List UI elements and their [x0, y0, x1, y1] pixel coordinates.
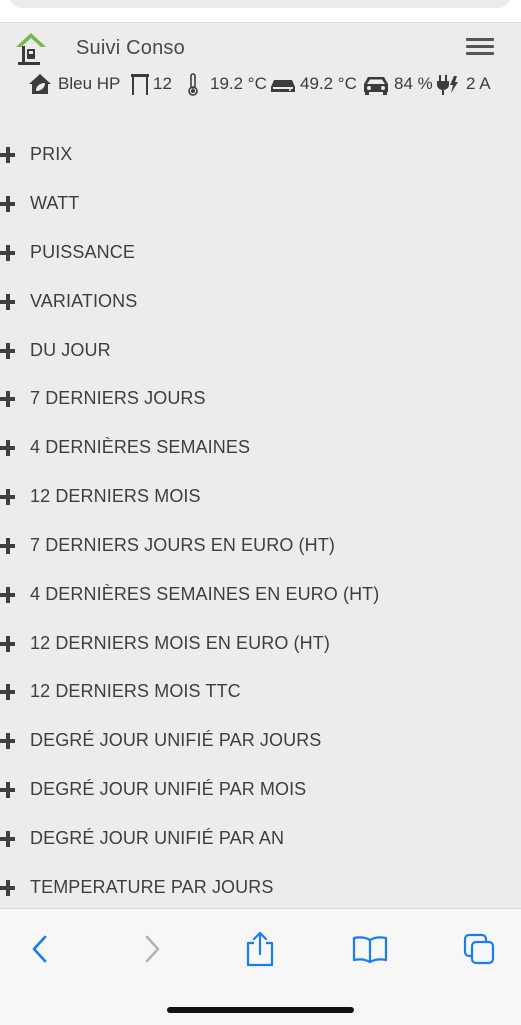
section-7-derniers-jours[interactable]: 7 DERNIERS JOURS [0, 379, 521, 419]
section-label: DEGRÉ JOUR UNIFIÉ PAR JOURS [30, 730, 322, 750]
section-label: 12 DERNIERS MOIS EN EURO (HT) [30, 633, 330, 653]
hamburger-menu-icon[interactable] [466, 35, 494, 61]
section-variations[interactable]: VARIATIONS [0, 282, 521, 322]
indoor-temp-value: 19.2 °C [210, 74, 267, 93]
section-dju-par-mois[interactable]: DEGRÉ JOUR UNIFIÉ PAR MOIS [0, 770, 521, 810]
charging-current-value: 2 A [466, 74, 491, 93]
car-icon [362, 73, 390, 95]
section-temperature-par-jours[interactable]: TEMPERATURE PAR JOURS [0, 868, 521, 908]
car-battery-value: 84 % [394, 74, 433, 93]
section-label: 4 DERNIÈRES SEMAINES [30, 437, 251, 457]
section-4-dernieres-semaines-euro[interactable]: 4 DERNIÈRES SEMAINES EN EURO (HT) [0, 575, 521, 615]
window-icon [130, 72, 150, 96]
expand-plus-icon [0, 489, 16, 505]
window-status: 12 [130, 69, 172, 99]
section-label: DEGRÉ JOUR UNIFIÉ PAR MOIS [30, 779, 307, 799]
app-title: Suivi Conso [76, 37, 185, 59]
browser-toolbar [0, 908, 521, 1025]
section-12-derniers-mois-ttc[interactable]: 12 DERNIERS MOIS TTC [0, 672, 521, 712]
water-temp-status: 49.2 °C [270, 69, 357, 99]
section-label: VARIATIONS [30, 291, 138, 311]
section-puissance[interactable]: PUISSANCE [0, 233, 521, 273]
section-dju-par-jours[interactable]: DEGRÉ JOUR UNIFIÉ PAR JOURS [0, 721, 521, 761]
section-label: 7 DERNIERS JOURS EN EURO (HT) [30, 535, 335, 555]
water-heater-icon [270, 74, 296, 94]
section-label: DEGRÉ JOUR UNIFIÉ PAR AN [30, 828, 285, 848]
indoor-temp-status: 19.2 °C [186, 69, 267, 99]
expand-plus-icon [0, 587, 16, 603]
car-battery-status: 84 % [362, 69, 433, 99]
section-prix[interactable]: PRIX [0, 135, 521, 175]
section-12-derniers-mois[interactable]: 12 DERNIERS MOIS [0, 477, 521, 517]
section-label: PUISSANCE [30, 242, 135, 262]
section-dju-par-an[interactable]: DEGRÉ JOUR UNIFIÉ PAR AN [0, 819, 521, 859]
section-label: WATT [30, 193, 80, 213]
app-header: Suivi Conso Bleu HP 12 19.2 °C 49.2 °C 8… [0, 23, 521, 105]
section-label: TEMPERATURE PAR JOURS [30, 877, 274, 897]
tariff-status: Bleu HP [28, 69, 120, 99]
expand-plus-icon [0, 782, 16, 798]
charging-plug-icon [436, 72, 460, 96]
section-label: 4 DERNIÈRES SEMAINES EN EURO (HT) [30, 584, 380, 604]
tariff-value: Bleu HP [58, 74, 121, 93]
expand-plus-icon [0, 636, 16, 652]
thermometer-icon [186, 72, 200, 96]
section-7-derniers-jours-euro[interactable]: 7 DERNIERS JOURS EN EURO (HT) [0, 526, 521, 566]
section-12-derniers-mois-euro[interactable]: 12 DERNIERS MOIS EN EURO (HT) [0, 624, 521, 664]
expand-plus-icon [0, 538, 16, 554]
status-bar: Bleu HP 12 19.2 °C 49.2 °C 84 % 2 A [0, 69, 521, 99]
house-leaf-icon [28, 73, 52, 95]
section-watt[interactable]: WATT [0, 184, 521, 224]
share-icon[interactable] [238, 927, 282, 971]
section-label: 7 DERNIERS JOURS [30, 388, 206, 408]
tabs-icon[interactable] [457, 927, 501, 971]
section-label: 12 DERNIERS MOIS [30, 486, 201, 506]
expand-plus-icon [0, 684, 16, 700]
expand-plus-icon [0, 440, 16, 456]
expand-plus-icon [0, 245, 16, 261]
back-chevron-icon[interactable] [18, 927, 62, 971]
browser-top-strip [0, 0, 521, 23]
section-label: 12 DERNIERS MOIS TTC [30, 681, 241, 701]
expand-plus-icon [0, 880, 16, 896]
expand-plus-icon [0, 733, 16, 749]
expand-plus-icon [0, 831, 16, 847]
forward-chevron-icon[interactable] [130, 927, 174, 971]
expand-plus-icon [0, 196, 16, 212]
section-du-jour[interactable]: DU JOUR [0, 331, 521, 371]
expand-plus-icon [0, 294, 16, 310]
window-value: 12 [153, 74, 172, 93]
expand-plus-icon [0, 147, 16, 163]
water-temp-value: 49.2 °C [300, 74, 357, 93]
home-logo-icon[interactable] [14, 31, 48, 67]
home-indicator [167, 1007, 354, 1013]
expand-plus-icon [0, 391, 16, 407]
address-bar[interactable] [10, 0, 510, 8]
section-label: PRIX [30, 144, 73, 164]
expand-plus-icon [0, 343, 16, 359]
section-4-dernieres-semaines[interactable]: 4 DERNIÈRES SEMAINES [0, 428, 521, 468]
charging-current-status: 2 A [436, 69, 491, 99]
section-label: DU JOUR [30, 340, 111, 360]
bookmarks-icon[interactable] [348, 927, 392, 971]
